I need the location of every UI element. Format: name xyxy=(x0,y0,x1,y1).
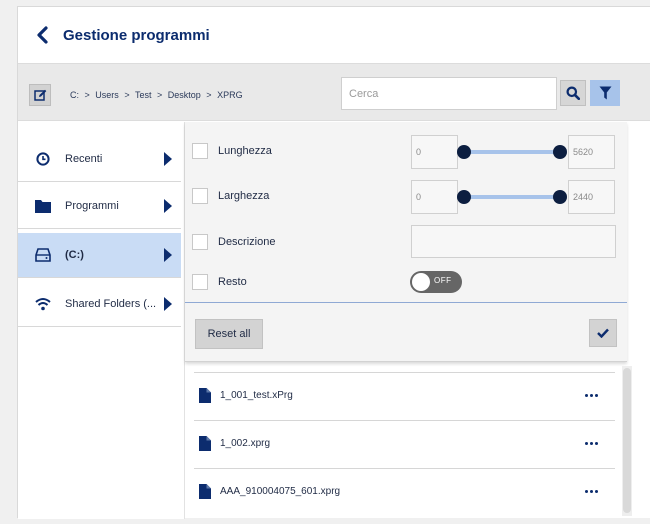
width-max-input[interactable]: 2440 xyxy=(568,180,615,214)
sidebar-item-recenti[interactable]: Recenti xyxy=(18,137,181,182)
header: Gestione programmi xyxy=(18,7,650,63)
breadcrumb-separator: > xyxy=(124,90,130,100)
width-max-handle[interactable] xyxy=(553,190,567,204)
rest-label: Resto xyxy=(218,276,247,288)
filter-width-row: Larghezza xyxy=(192,186,269,206)
clock-icon xyxy=(35,151,51,167)
sidebar-item-label: Shared Folders (... xyxy=(65,298,157,310)
file-name: 1_002.xprg xyxy=(220,438,271,449)
description-label: Descrizione xyxy=(218,236,276,248)
chevron-right-icon xyxy=(164,152,172,166)
list-item[interactable]: AAA_910004075_601.xprg xyxy=(194,468,615,514)
length-checkbox[interactable] xyxy=(192,143,208,159)
more-icon[interactable] xyxy=(585,490,599,493)
filter-panel: Lunghezza 0 5620 Larghezza 0 2440 Descri… xyxy=(185,122,627,362)
chevron-right-icon xyxy=(164,297,172,311)
filter-icon xyxy=(599,86,611,100)
more-icon[interactable] xyxy=(585,442,599,445)
reset-all-button[interactable]: Reset all xyxy=(195,319,263,349)
breadcrumb-item[interactable]: Users xyxy=(95,90,119,100)
search-button[interactable] xyxy=(560,80,586,106)
edit-button[interactable] xyxy=(29,84,51,106)
chevron-right-icon xyxy=(164,199,172,213)
file-name: 1_001_test.xPrg xyxy=(220,390,293,401)
breadcrumb-item[interactable]: C: xyxy=(70,90,79,100)
check-icon xyxy=(597,328,609,338)
breadcrumb-item[interactable]: Desktop xyxy=(168,90,201,100)
toggle-state: OFF xyxy=(434,276,452,285)
sidebar: Recenti Programmi (C:) Shared Folders (.… xyxy=(18,122,185,519)
filter-button[interactable] xyxy=(590,80,620,106)
length-min-input[interactable]: 0 xyxy=(411,135,458,169)
wifi-icon xyxy=(35,296,51,312)
file-list: 1_001_test.xPrg 1_002.xprg AAA_910004075… xyxy=(185,362,643,519)
sidebar-item-shared-folders[interactable]: Shared Folders (... xyxy=(18,282,181,327)
filter-rest-row: Resto xyxy=(192,272,247,292)
toolbar: C: > Users > Test > Desktop > XPRG xyxy=(18,63,650,121)
search-icon xyxy=(566,86,580,100)
more-icon[interactable] xyxy=(585,394,599,397)
breadcrumb: C: > Users > Test > Desktop > XPRG xyxy=(70,90,246,100)
length-min-handle[interactable] xyxy=(457,145,471,159)
width-min-handle[interactable] xyxy=(457,190,471,204)
apply-button[interactable] xyxy=(589,319,617,347)
description-input[interactable] xyxy=(411,225,616,258)
sidebar-item-programmi[interactable]: Programmi xyxy=(18,184,181,229)
back-icon[interactable] xyxy=(34,25,50,45)
file-icon xyxy=(199,484,211,499)
scrollbar[interactable] xyxy=(622,366,632,516)
filter-description-row: Descrizione xyxy=(192,232,275,252)
width-slider-track[interactable] xyxy=(465,195,560,199)
description-checkbox[interactable] xyxy=(192,234,208,250)
scrollbar-thumb[interactable] xyxy=(623,368,631,513)
file-name: AAA_910004075_601.xprg xyxy=(220,486,341,497)
list-item[interactable]: 1_002.xprg xyxy=(194,420,615,466)
rest-toggle[interactable]: OFF xyxy=(410,271,462,293)
width-min-input[interactable]: 0 xyxy=(411,180,458,214)
toggle-knob xyxy=(412,273,430,291)
length-max-input[interactable]: 5620 xyxy=(568,135,615,169)
sidebar-item-label: Programmi xyxy=(65,200,119,212)
breadcrumb-separator: > xyxy=(84,90,90,100)
width-checkbox[interactable] xyxy=(192,188,208,204)
edit-icon xyxy=(33,89,46,101)
app-window: Gestione programmi C: > Users > Test > D… xyxy=(17,6,650,519)
drive-icon xyxy=(35,247,51,263)
breadcrumb-separator: > xyxy=(206,90,212,100)
width-label: Larghezza xyxy=(218,190,270,202)
sidebar-item-label: (C:) xyxy=(65,249,84,261)
breadcrumb-separator: > xyxy=(156,90,163,100)
length-label: Lunghezza xyxy=(218,145,272,157)
folder-icon xyxy=(35,198,51,214)
file-icon xyxy=(199,388,211,403)
length-slider-track[interactable] xyxy=(465,150,560,154)
divider xyxy=(185,302,627,303)
filter-length-row: Lunghezza xyxy=(192,141,272,161)
chevron-right-icon xyxy=(164,248,172,262)
length-max-handle[interactable] xyxy=(553,145,567,159)
search-input[interactable] xyxy=(341,77,557,110)
sidebar-item-drive-c[interactable]: (C:) xyxy=(18,233,181,278)
rest-checkbox[interactable] xyxy=(192,274,208,290)
page-title: Gestione programmi xyxy=(63,26,210,44)
sidebar-item-label: Recenti xyxy=(65,153,103,165)
breadcrumb-item[interactable]: Test xyxy=(135,90,152,100)
breadcrumb-item[interactable]: XPRG xyxy=(217,90,243,100)
file-icon xyxy=(199,436,211,451)
list-item[interactable]: 1_001_test.xPrg xyxy=(194,372,615,418)
